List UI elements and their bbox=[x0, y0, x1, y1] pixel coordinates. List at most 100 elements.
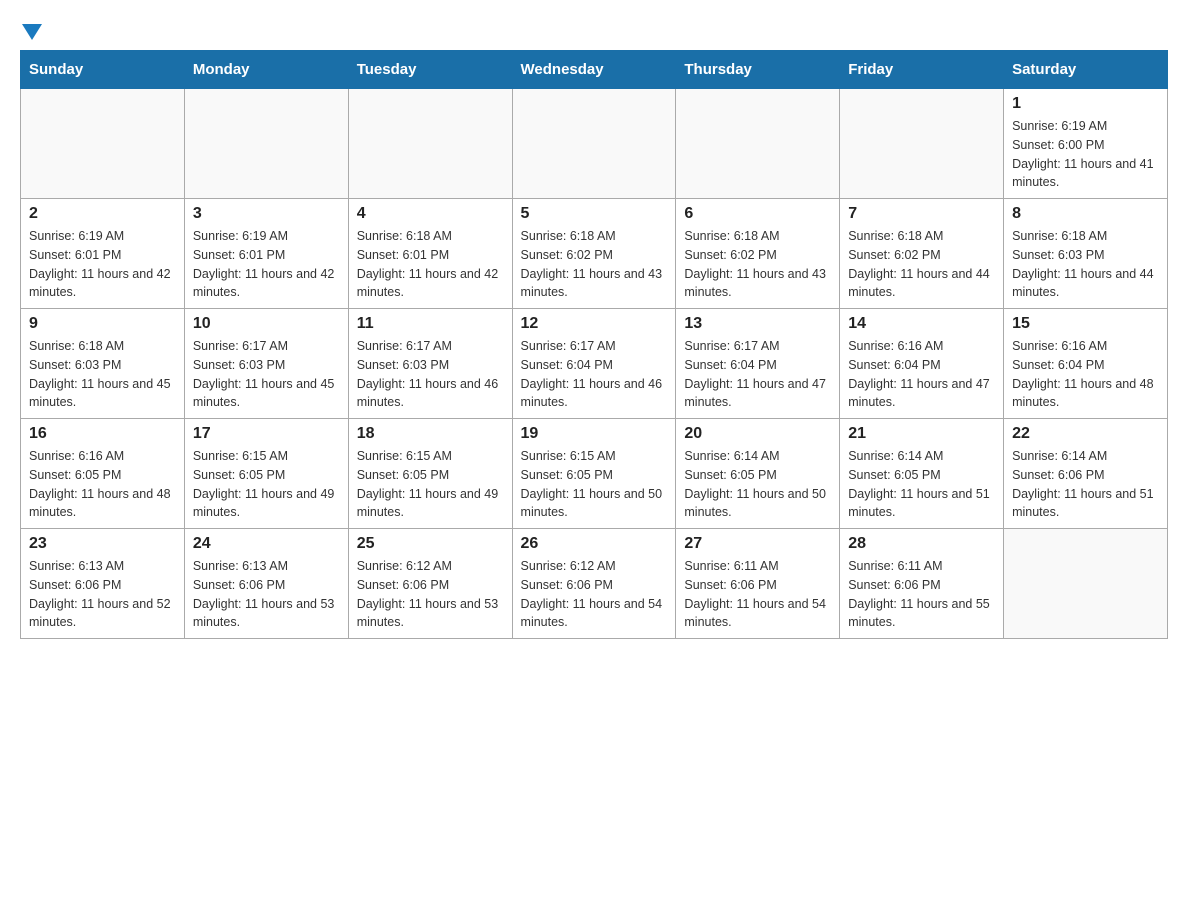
day-info: Sunrise: 6:13 AM Sunset: 6:06 PM Dayligh… bbox=[29, 557, 176, 632]
calendar-cell: 10 Sunrise: 6:17 AM Sunset: 6:03 PM Dayli… bbox=[184, 309, 348, 419]
day-info: Sunrise: 6:18 AM Sunset: 6:02 PM Dayligh… bbox=[521, 227, 668, 302]
calendar-cell bbox=[184, 89, 348, 199]
calendar-cell bbox=[512, 89, 676, 199]
calendar-cell bbox=[348, 89, 512, 199]
calendar-table: SundayMondayTuesdayWednesdayThursdayFrid… bbox=[20, 50, 1168, 639]
day-info: Sunrise: 6:11 AM Sunset: 6:06 PM Dayligh… bbox=[848, 557, 995, 632]
day-info: Sunrise: 6:16 AM Sunset: 6:05 PM Dayligh… bbox=[29, 447, 176, 522]
calendar-cell: 25 Sunrise: 6:12 AM Sunset: 6:06 PM Dayli… bbox=[348, 529, 512, 639]
calendar-cell: 27 Sunrise: 6:11 AM Sunset: 6:06 PM Dayli… bbox=[676, 529, 840, 639]
calendar-cell: 19 Sunrise: 6:15 AM Sunset: 6:05 PM Dayli… bbox=[512, 419, 676, 529]
day-number: 18 bbox=[357, 425, 504, 443]
day-info: Sunrise: 6:17 AM Sunset: 6:04 PM Dayligh… bbox=[684, 337, 831, 412]
day-info: Sunrise: 6:18 AM Sunset: 6:01 PM Dayligh… bbox=[357, 227, 504, 302]
calendar-cell: 24 Sunrise: 6:13 AM Sunset: 6:06 PM Dayli… bbox=[184, 529, 348, 639]
day-number: 15 bbox=[1012, 315, 1159, 333]
day-header-sunday: Sunday bbox=[21, 51, 185, 89]
day-number: 4 bbox=[357, 205, 504, 223]
day-info: Sunrise: 6:19 AM Sunset: 6:01 PM Dayligh… bbox=[29, 227, 176, 302]
day-info: Sunrise: 6:18 AM Sunset: 6:02 PM Dayligh… bbox=[848, 227, 995, 302]
day-number: 1 bbox=[1012, 95, 1159, 113]
logo bbox=[20, 20, 42, 40]
day-info: Sunrise: 6:17 AM Sunset: 6:04 PM Dayligh… bbox=[521, 337, 668, 412]
calendar-cell: 26Sunrise: 6:12 AM Sunset: 6:06 PM Dayli… bbox=[512, 529, 676, 639]
calendar-cell: 18 Sunrise: 6:15 AM Sunset: 6:05 PM Dayli… bbox=[348, 419, 512, 529]
day-number: 28 bbox=[848, 535, 995, 553]
day-info: Sunrise: 6:19 AM Sunset: 6:01 PM Dayligh… bbox=[193, 227, 340, 302]
calendar-cell: 14 Sunrise: 6:16 AM Sunset: 6:04 PM Dayli… bbox=[840, 309, 1004, 419]
day-info: Sunrise: 6:19 AM Sunset: 6:00 PM Dayligh… bbox=[1012, 117, 1159, 192]
day-info: Sunrise: 6:14 AM Sunset: 6:05 PM Dayligh… bbox=[848, 447, 995, 522]
calendar-week-row: 9 Sunrise: 6:18 AM Sunset: 6:03 PM Daylig… bbox=[21, 309, 1168, 419]
calendar-header-row: SundayMondayTuesdayWednesdayThursdayFrid… bbox=[21, 51, 1168, 89]
day-header-thursday: Thursday bbox=[676, 51, 840, 89]
day-number: 17 bbox=[193, 425, 340, 443]
calendar-week-row: 2 Sunrise: 6:19 AM Sunset: 6:01 PM Daylig… bbox=[21, 199, 1168, 309]
calendar-cell bbox=[676, 89, 840, 199]
calendar-cell: 16Sunrise: 6:16 AM Sunset: 6:05 PM Dayli… bbox=[21, 419, 185, 529]
day-info: Sunrise: 6:14 AM Sunset: 6:05 PM Dayligh… bbox=[684, 447, 831, 522]
calendar-cell: 3 Sunrise: 6:19 AM Sunset: 6:01 PM Daylig… bbox=[184, 199, 348, 309]
day-number: 21 bbox=[848, 425, 995, 443]
day-number: 14 bbox=[848, 315, 995, 333]
calendar-cell: 28 Sunrise: 6:11 AM Sunset: 6:06 PM Dayli… bbox=[840, 529, 1004, 639]
day-header-monday: Monday bbox=[184, 51, 348, 89]
calendar-cell: 7 Sunrise: 6:18 AM Sunset: 6:02 PM Daylig… bbox=[840, 199, 1004, 309]
calendar-cell: 9 Sunrise: 6:18 AM Sunset: 6:03 PM Daylig… bbox=[21, 309, 185, 419]
day-info: Sunrise: 6:13 AM Sunset: 6:06 PM Dayligh… bbox=[193, 557, 340, 632]
calendar-week-row: 16Sunrise: 6:16 AM Sunset: 6:05 PM Dayli… bbox=[21, 419, 1168, 529]
day-number: 22 bbox=[1012, 425, 1159, 443]
calendar-cell bbox=[21, 89, 185, 199]
day-number: 10 bbox=[193, 315, 340, 333]
day-info: Sunrise: 6:18 AM Sunset: 6:02 PM Dayligh… bbox=[684, 227, 831, 302]
day-info: Sunrise: 6:15 AM Sunset: 6:05 PM Dayligh… bbox=[521, 447, 668, 522]
day-info: Sunrise: 6:11 AM Sunset: 6:06 PM Dayligh… bbox=[684, 557, 831, 632]
day-number: 20 bbox=[684, 425, 831, 443]
day-header-wednesday: Wednesday bbox=[512, 51, 676, 89]
calendar-cell: 13 Sunrise: 6:17 AM Sunset: 6:04 PM Dayli… bbox=[676, 309, 840, 419]
calendar-cell: 4 Sunrise: 6:18 AM Sunset: 6:01 PM Daylig… bbox=[348, 199, 512, 309]
logo-triangle-icon bbox=[22, 24, 42, 40]
day-header-saturday: Saturday bbox=[1004, 51, 1168, 89]
calendar-cell: 8Sunrise: 6:18 AM Sunset: 6:03 PM Daylig… bbox=[1004, 199, 1168, 309]
day-number: 26 bbox=[521, 535, 668, 553]
day-info: Sunrise: 6:18 AM Sunset: 6:03 PM Dayligh… bbox=[29, 337, 176, 412]
day-info: Sunrise: 6:17 AM Sunset: 6:03 PM Dayligh… bbox=[193, 337, 340, 412]
day-number: 13 bbox=[684, 315, 831, 333]
calendar-cell: 20 Sunrise: 6:14 AM Sunset: 6:05 PM Dayli… bbox=[676, 419, 840, 529]
calendar-cell: 17 Sunrise: 6:15 AM Sunset: 6:05 PM Dayli… bbox=[184, 419, 348, 529]
day-number: 6 bbox=[684, 205, 831, 223]
calendar-cell: 23Sunrise: 6:13 AM Sunset: 6:06 PM Dayli… bbox=[21, 529, 185, 639]
day-number: 19 bbox=[521, 425, 668, 443]
day-info: Sunrise: 6:12 AM Sunset: 6:06 PM Dayligh… bbox=[357, 557, 504, 632]
calendar-cell: 5Sunrise: 6:18 AM Sunset: 6:02 PM Daylig… bbox=[512, 199, 676, 309]
calendar-week-row: 23Sunrise: 6:13 AM Sunset: 6:06 PM Dayli… bbox=[21, 529, 1168, 639]
calendar-cell: 21 Sunrise: 6:14 AM Sunset: 6:05 PM Dayli… bbox=[840, 419, 1004, 529]
day-info: Sunrise: 6:15 AM Sunset: 6:05 PM Dayligh… bbox=[357, 447, 504, 522]
calendar-cell: 12Sunrise: 6:17 AM Sunset: 6:04 PM Dayli… bbox=[512, 309, 676, 419]
day-number: 8 bbox=[1012, 205, 1159, 223]
day-info: Sunrise: 6:15 AM Sunset: 6:05 PM Dayligh… bbox=[193, 447, 340, 522]
calendar-cell: 2 Sunrise: 6:19 AM Sunset: 6:01 PM Daylig… bbox=[21, 199, 185, 309]
day-info: Sunrise: 6:16 AM Sunset: 6:04 PM Dayligh… bbox=[1012, 337, 1159, 412]
day-info: Sunrise: 6:14 AM Sunset: 6:06 PM Dayligh… bbox=[1012, 447, 1159, 522]
day-header-tuesday: Tuesday bbox=[348, 51, 512, 89]
day-number: 24 bbox=[193, 535, 340, 553]
day-number: 3 bbox=[193, 205, 340, 223]
calendar-cell: 22 Sunrise: 6:14 AM Sunset: 6:06 PM Dayli… bbox=[1004, 419, 1168, 529]
calendar-cell bbox=[1004, 529, 1168, 639]
page-header bbox=[20, 20, 1168, 40]
day-number: 7 bbox=[848, 205, 995, 223]
day-info: Sunrise: 6:17 AM Sunset: 6:03 PM Dayligh… bbox=[357, 337, 504, 412]
day-number: 27 bbox=[684, 535, 831, 553]
day-number: 25 bbox=[357, 535, 504, 553]
calendar-cell: 11 Sunrise: 6:17 AM Sunset: 6:03 PM Dayli… bbox=[348, 309, 512, 419]
day-info: Sunrise: 6:16 AM Sunset: 6:04 PM Dayligh… bbox=[848, 337, 995, 412]
day-number: 2 bbox=[29, 205, 176, 223]
calendar-cell: 15 Sunrise: 6:16 AM Sunset: 6:04 PM Dayli… bbox=[1004, 309, 1168, 419]
day-header-friday: Friday bbox=[840, 51, 1004, 89]
calendar-cell: 6 Sunrise: 6:18 AM Sunset: 6:02 PM Daylig… bbox=[676, 199, 840, 309]
day-number: 11 bbox=[357, 315, 504, 333]
calendar-cell bbox=[840, 89, 1004, 199]
day-number: 9 bbox=[29, 315, 176, 333]
